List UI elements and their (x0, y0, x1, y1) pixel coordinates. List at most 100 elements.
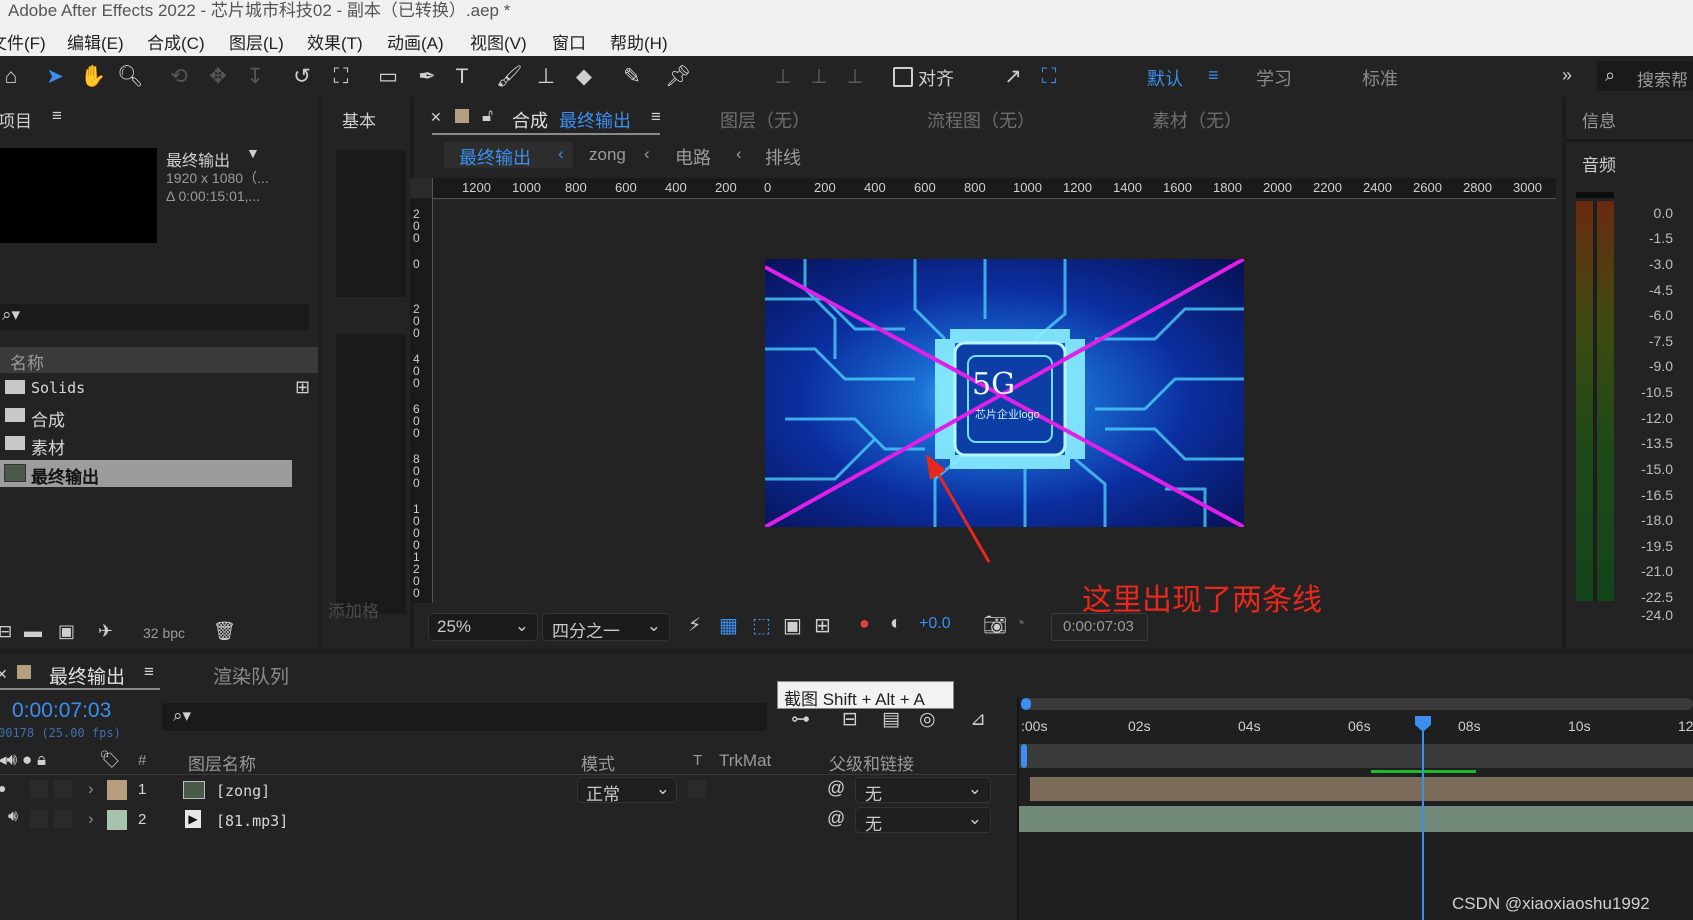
transparency-grid-icon[interactable]: ▦ (719, 613, 738, 638)
reset-exposure-icon[interactable]: ◐ (890, 612, 902, 635)
roto-brush-tool-icon[interactable]: ✎ (619, 64, 645, 90)
snap-features-icon[interactable]: ⛶ (1036, 64, 1062, 90)
new-composition-icon[interactable]: ▣ (58, 621, 75, 642)
bit-depth-button[interactable]: 32 bpc (143, 625, 185, 641)
layer-row[interactable]: 🔊︎ › 2 ▶ [81.mp3] @ 无 ⌄ (0, 806, 1019, 834)
menu-animation[interactable]: 动画(A) (387, 29, 444, 54)
expand-chevron-icon[interactable]: › (88, 779, 94, 799)
anchor-point-tool-icon[interactable]: ⛶ (328, 64, 354, 90)
layer-row[interactable]: ● › 1 [zong] 正常 ⌄ @ 无 ⌄ (0, 776, 1019, 804)
project-comp-dropdown-icon[interactable]: ▼ (246, 145, 260, 161)
pan-camera-icon[interactable]: ✥ (205, 64, 231, 90)
workspace-default[interactable]: 默认 (1147, 65, 1183, 91)
info-panel-title[interactable]: 信息 (1582, 107, 1616, 132)
help-search-field[interactable]: ⌕ 搜索帮 (1597, 61, 1693, 91)
orbit-camera-icon[interactable]: ⟲ (166, 64, 192, 90)
playhead-line[interactable] (1422, 720, 1424, 920)
breadcrumb-wiring[interactable]: 排线 (765, 144, 801, 170)
rotate-tool-icon[interactable]: ↺ (289, 64, 315, 90)
new-folder-icon[interactable]: ▬ (24, 621, 42, 642)
dolly-camera-icon[interactable]: ↧ (242, 64, 268, 90)
timeline-timecode[interactable]: 0:00:07:03 (12, 699, 111, 723)
region-of-interest-icon[interactable]: ▣ (783, 613, 802, 638)
project-panel-title[interactable]: 项目 (0, 107, 32, 132)
layer-bar-audio[interactable] (1019, 806, 1693, 832)
timeline-tab-menu-icon[interactable]: ≡ (144, 662, 154, 682)
more-workspaces-icon[interactable]: » (1562, 65, 1572, 86)
close-tab-icon[interactable]: ✕ (430, 109, 442, 126)
clone-stamp-tool-icon[interactable]: ⊥ (533, 64, 559, 90)
magnification-dropdown[interactable]: 25% ⌄ (428, 613, 538, 641)
current-time-display[interactable]: 0:00:07:03 (1051, 613, 1148, 641)
menu-help[interactable]: 帮助(H) (610, 29, 668, 54)
project-search-field[interactable]: ⌕▾ (0, 304, 309, 330)
workspace-standard[interactable]: 标准 (1362, 65, 1398, 91)
project-item-compositions[interactable]: 合成 (0, 404, 292, 430)
layer-name[interactable]: [zong] (216, 782, 270, 800)
time-ruler[interactable]: :00s 02s 04s 06s 08s 10s 12 (1019, 712, 1693, 738)
switch-box[interactable] (54, 780, 72, 798)
layer-bar-zong[interactable] (1030, 777, 1693, 801)
audio-switch-icon[interactable]: 🔊︎ (8, 808, 18, 826)
video-switch-icon[interactable]: ● (0, 780, 6, 796)
frame-blending-icon[interactable]: ▤ (882, 708, 900, 731)
layer-viewer-tab[interactable]: 图层（无） (720, 107, 810, 133)
axis-world-icon[interactable]: ⟂ (806, 64, 832, 90)
footage-viewer-tab[interactable]: 素材（无） (1152, 107, 1242, 133)
zoom-tool-icon[interactable]: 🔍︎ (117, 64, 144, 90)
workspace-menu-icon[interactable]: ≡ (1208, 65, 1219, 86)
align-checkbox[interactable] (893, 67, 913, 87)
menu-view[interactable]: 视图(V) (470, 29, 527, 54)
pick-whip-icon[interactable]: @ (827, 808, 845, 829)
layer-color-label[interactable] (107, 810, 127, 830)
color-channels-icon[interactable]: ● (859, 613, 870, 634)
show-snapshot-icon[interactable]: ◔ (1014, 613, 1025, 635)
shy-layers-icon[interactable]: ⊟ (842, 708, 858, 731)
motion-blur-icon[interactable]: ◎ (919, 708, 936, 731)
effects-panel-title[interactable]: 基本 (342, 107, 376, 132)
switch-box[interactable] (30, 780, 48, 798)
snapping-icon[interactable]: ↗ (1000, 64, 1026, 90)
project-item-final-output[interactable]: 最终输出 (0, 460, 292, 487)
workspace-learn[interactable]: 学习 (1256, 65, 1292, 91)
flowchart-icon[interactable]: ⊞ (295, 377, 310, 398)
graph-editor-icon[interactable]: ⊿ (970, 708, 986, 731)
column-layer-name[interactable]: 图层名称 (188, 750, 256, 775)
menu-effect[interactable]: 效果(T) (307, 29, 363, 54)
timeline-tab-name[interactable]: 最终输出 (49, 662, 125, 689)
comp-tab-menu-icon[interactable]: ≡ (651, 107, 661, 127)
eraser-tool-icon[interactable]: ◆ (571, 64, 597, 90)
menu-file[interactable]: 文件(F) (0, 29, 46, 54)
menu-edit[interactable]: 编辑(E) (67, 29, 124, 54)
preserve-transparency-box[interactable] (688, 780, 706, 798)
resolution-dropdown[interactable]: 四分之一 ⌄ (542, 613, 670, 641)
audio-panel-title[interactable]: 音频 (1582, 151, 1616, 176)
switch-box[interactable] (30, 810, 48, 828)
brush-tool-icon[interactable]: 🖌︎ (496, 64, 523, 90)
layer-name[interactable]: [81.mp3] (216, 812, 288, 830)
home-icon[interactable]: ⌂ (0, 64, 24, 90)
expand-chevron-icon[interactable]: › (88, 809, 94, 829)
blend-mode-dropdown[interactable]: 正常 ⌄ (577, 777, 677, 804)
exposure-value[interactable]: +0.0 (919, 615, 951, 633)
axis-view-icon[interactable]: ⟂ (842, 64, 868, 90)
pen-tool-icon[interactable]: ✒ (414, 64, 440, 90)
work-area-start-handle[interactable] (1021, 698, 1031, 710)
close-tab-icon[interactable]: ✕ (0, 666, 8, 683)
switch-box[interactable] (54, 810, 72, 828)
column-name-header[interactable]: 名称 (10, 349, 44, 374)
grid-guides-icon[interactable]: ⊞ (814, 613, 831, 638)
adjust-settings-icon[interactable]: ✈ (98, 621, 113, 642)
comp-tab-prefix[interactable]: 合成 (512, 107, 548, 133)
mask-visibility-icon[interactable]: ⬚ (752, 613, 771, 638)
selection-tool-icon[interactable]: ➤ (42, 64, 68, 90)
flowchart-viewer-tab[interactable]: 流程图（无） (927, 107, 1035, 133)
comp-tab-name[interactable]: 最终输出 (559, 107, 631, 133)
parent-dropdown[interactable]: 无 ⌄ (855, 777, 991, 804)
lock-icon[interactable]: 🔓︎ (482, 106, 493, 126)
project-panel-menu-icon[interactable]: ≡ (52, 106, 62, 126)
breadcrumb-final-output[interactable]: 最终输出 (459, 144, 531, 170)
delete-icon[interactable]: 🗑︎ (213, 621, 236, 642)
render-queue-tab[interactable]: 渲染队列 (213, 662, 289, 689)
project-item-solids[interactable]: Solids (0, 376, 292, 402)
